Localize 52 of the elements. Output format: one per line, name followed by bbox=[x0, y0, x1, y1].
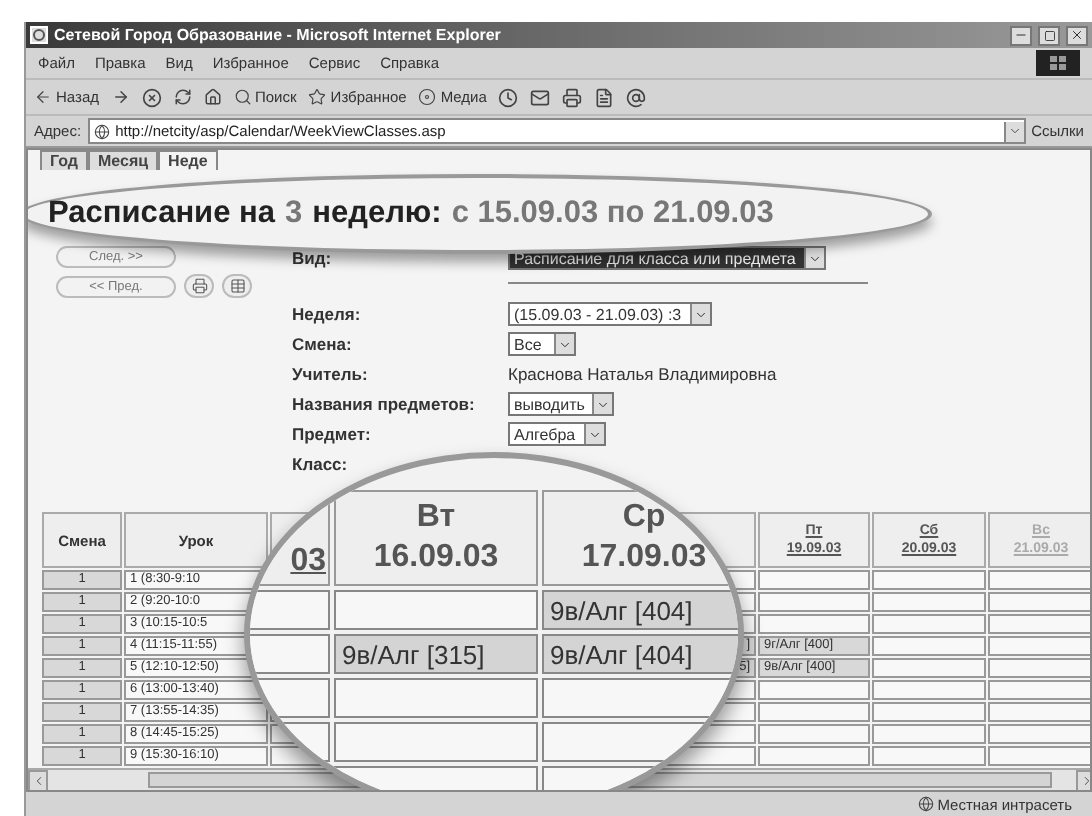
mail-icon[interactable] bbox=[530, 87, 551, 107]
minimize-button[interactable] bbox=[1010, 25, 1032, 45]
close-button[interactable] bbox=[1066, 25, 1088, 45]
dropdown-button[interactable] bbox=[1003, 121, 1024, 141]
forward-arrow-icon[interactable] bbox=[111, 88, 129, 106]
close-icon bbox=[1070, 28, 1084, 42]
minimize-icon bbox=[1014, 28, 1028, 42]
page-icon bbox=[93, 123, 110, 139]
dropdown[interactable]: Алгебра bbox=[508, 422, 606, 446]
week-number: 3 bbox=[285, 196, 303, 232]
history-icon[interactable] bbox=[498, 87, 519, 107]
document-icon[interactable] bbox=[594, 87, 615, 107]
search-icon bbox=[233, 88, 251, 106]
refresh-icon[interactable] bbox=[173, 88, 191, 106]
window-title: Сетевой Город Образование - Microsoft Internet Explorer bbox=[54, 26, 503, 44]
field-label: Вид: bbox=[292, 246, 334, 270]
print-icon bbox=[191, 278, 207, 294]
field-label: Названия предметов: bbox=[292, 392, 477, 416]
dropdown[interactable]: Все bbox=[508, 332, 576, 356]
teacher-name: Краснова Наталья Владимировна bbox=[508, 362, 779, 386]
heading-text: Расписание на bbox=[48, 196, 275, 232]
lesson-cell: 9в/Алг [404] bbox=[542, 634, 738, 674]
stop-icon[interactable] bbox=[141, 87, 161, 107]
lesson-cell: 9в/Алг [315] bbox=[334, 634, 538, 674]
lesson-cell: 9в/Алг [404] bbox=[542, 590, 738, 630]
day-header: 03 bbox=[290, 544, 326, 578]
table-icon bbox=[229, 278, 245, 294]
disc-icon bbox=[418, 88, 437, 106]
field-label: Класс: bbox=[292, 452, 350, 476]
dropdown[interactable]: выводить bbox=[508, 392, 615, 416]
dropdown[interactable]: (15.09.03 - 21.09.03) :3 bbox=[508, 302, 712, 326]
field-label: Учитель: bbox=[292, 362, 370, 386]
browser-icon bbox=[30, 26, 48, 44]
export-button[interactable] bbox=[222, 274, 252, 298]
date-range: с 15.09.03 по 21.09.03 bbox=[451, 196, 774, 232]
maximize-button[interactable] bbox=[1038, 25, 1060, 45]
view-tab[interactable]: Неде bbox=[158, 150, 218, 170]
field-label: Предмет: bbox=[292, 422, 373, 446]
view-tab[interactable]: Год bbox=[40, 150, 88, 170]
home-icon[interactable] bbox=[203, 88, 221, 106]
print-button[interactable] bbox=[184, 274, 214, 298]
windows-logo bbox=[1036, 50, 1080, 76]
field-label: Неделя: bbox=[292, 302, 363, 326]
back-arrow-icon bbox=[34, 88, 52, 106]
globe-icon bbox=[917, 796, 934, 812]
star-icon bbox=[308, 88, 327, 106]
view-tab[interactable]: Месяц bbox=[88, 150, 159, 170]
at-sign-icon[interactable] bbox=[626, 87, 647, 107]
field-label: Смена: bbox=[292, 332, 354, 356]
print-icon[interactable] bbox=[562, 87, 583, 107]
maximize-icon bbox=[1043, 29, 1055, 41]
heading-text: неделю: bbox=[312, 196, 442, 232]
